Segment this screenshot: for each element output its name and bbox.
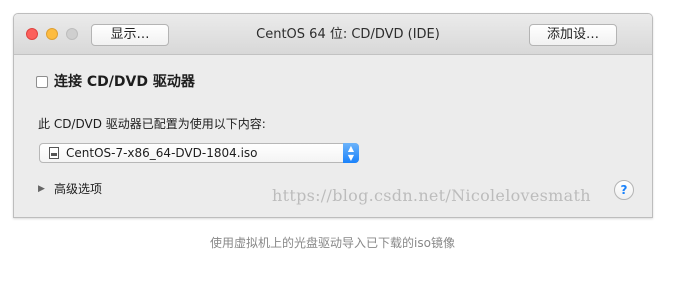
minimize-window-button[interactable] <box>46 28 58 40</box>
add-device-button[interactable]: 添加设… <box>529 24 617 46</box>
help-button[interactable]: ? <box>614 180 634 200</box>
config-description: 此 CD/DVD 驱动器已配置为使用以下内容: <box>38 117 266 131</box>
title-bar: 显示… CentOS 64 位: CD/DVD (IDE) 添加设… <box>14 14 652 55</box>
disclosure-triangle-icon[interactable]: ▶ <box>38 182 45 196</box>
close-window-button[interactable] <box>26 28 38 40</box>
show-all-button[interactable]: 显示… <box>91 24 169 46</box>
connect-cd-dvd-checkbox[interactable] <box>36 76 48 88</box>
iso-file-icon <box>49 147 59 159</box>
watermark-url: https://blog.csdn.net/Nicolelovesmath <box>272 186 591 205</box>
iso-file-select[interactable]: CentOS-7-x86_64-DVD-1804.iso ▲ ▼ <box>39 143 359 163</box>
window-title: CentOS 64 位: CD/DVD (IDE) <box>256 27 440 42</box>
select-stepper-icon[interactable]: ▲ ▼ <box>343 143 359 163</box>
advanced-options-label: 高级选项 <box>54 182 103 196</box>
connect-cd-dvd-label: 连接 CD/DVD 驱动器 <box>54 74 195 90</box>
selected-iso-file: CentOS-7-x86_64-DVD-1804.iso <box>66 146 258 160</box>
image-caption: 使用虚拟机上的光盘驱动导入已下载的iso镜像 <box>210 236 455 250</box>
maximize-window-button[interactable] <box>66 28 78 40</box>
